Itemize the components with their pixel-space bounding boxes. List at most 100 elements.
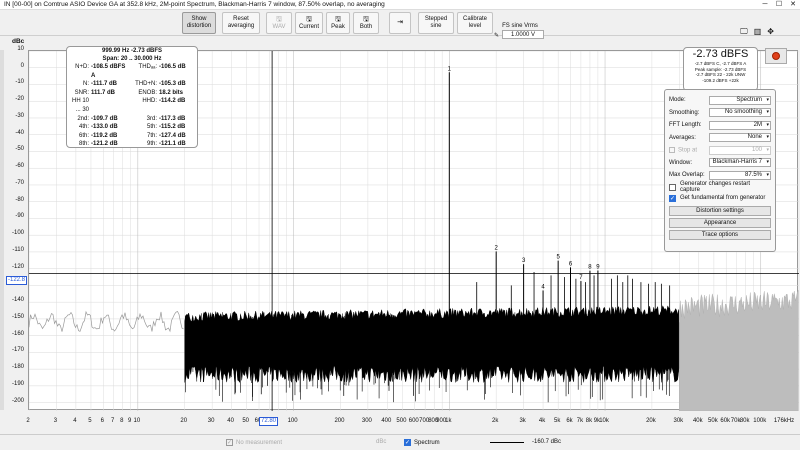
stats-cell: 9th: <box>146 141 157 148</box>
x-tick-label: 200 <box>334 418 345 424</box>
x-tick-label: 40 <box>227 418 234 424</box>
y-tick-label: -20 <box>15 96 24 103</box>
x-tick-label: 7 <box>111 418 115 424</box>
no-measurement-checkbox[interactable]: ✓ No measurement <box>226 439 282 446</box>
x-tick-label: 600 <box>408 418 419 424</box>
y-tick-label: -160 <box>11 330 24 337</box>
check-icon: ✓ <box>404 439 411 446</box>
x-tick-label: 176kHz <box>773 418 795 424</box>
stats-cell: 5th: <box>146 124 157 131</box>
overlap-label: Max Overlap: <box>669 172 705 179</box>
stats-cell: -109.7 dB <box>91 115 118 122</box>
stats-cell: -121.2 dB <box>91 141 118 148</box>
fs-value-field[interactable]: 1.0000 V <box>502 30 545 39</box>
harmonic-label: 1 <box>448 66 452 72</box>
averages-select[interactable]: None <box>709 133 771 143</box>
stats-cell: HHD: <box>142 98 157 105</box>
stats-cell: -127.4 dB <box>159 132 186 139</box>
x-tick-label: 7k <box>576 418 584 424</box>
y-tick-label: -70 <box>15 179 24 186</box>
y-tick-label: -90 <box>15 213 24 220</box>
stats-cell: 3rd: <box>146 115 157 122</box>
harmonic-label: 2 <box>495 245 499 251</box>
save-peak-button[interactable]: 🖫 Peak <box>326 12 350 34</box>
import-button[interactable]: ⇥ <box>389 12 411 34</box>
x-tick-label: 300 <box>361 418 372 424</box>
window-title: IN [00-00] on Comtrue ASIO Device GA at … <box>4 1 385 8</box>
save-both-button[interactable]: 🖫 Both <box>353 12 379 34</box>
stats-cell: 7th: <box>146 132 157 139</box>
stats-row: SNR: 111.7 dB ENOB: 18.2 bits <box>67 89 197 98</box>
x-tick-label: 80k <box>739 418 750 424</box>
stop-at-checkbox[interactable]: Stop at <box>669 146 709 154</box>
harmonic-label: 9 <box>596 265 600 271</box>
stats-cell: ENOB: <box>138 89 157 96</box>
stats-cell: -108.5 dBFS A <box>91 64 126 79</box>
calibrate-level-button[interactable]: Calibrate level <box>457 12 493 34</box>
save-icon: 🖫 <box>335 15 341 23</box>
smoothing-select[interactable]: No smoothing <box>709 108 771 118</box>
window-select[interactable]: Blackman-Harris 7 <box>709 158 771 168</box>
x-cursor-readout[interactable]: 72.80 <box>259 417 279 426</box>
y-tick-label: -40 <box>15 129 24 136</box>
y-tick-label: -80 <box>15 196 24 203</box>
reset-averaging-button[interactable]: Reset averaging <box>222 12 260 34</box>
spectrum-checkbox[interactable]: ✓ Spectrum <box>404 439 440 446</box>
mode-select[interactable]: Spectrum <box>709 95 771 105</box>
harmonic-label: 6 <box>569 261 573 267</box>
distortion-stats-panel: 999.99 Hz -2.73 dBFS Span: 20 .. 30.000 … <box>66 46 198 148</box>
y-tick-label: -200 <box>11 397 24 404</box>
save-icon: 🖫 <box>306 15 312 23</box>
x-tick-label: 40k <box>692 418 703 424</box>
y-tick-label: 0 <box>20 62 24 69</box>
level-detail: -2.7 dBFS C, -2.7 dBFS A <box>694 61 747 66</box>
window-label: Window: <box>669 159 693 166</box>
layout-icon[interactable]: ▥ <box>754 27 762 37</box>
x-tick-label: 10k <box>599 418 609 424</box>
overlap-select[interactable]: 87.5% <box>709 170 771 180</box>
x-tick-label: 400 <box>381 418 392 424</box>
stats-cell: HH 10 ... 30 <box>71 98 89 113</box>
fft-length-select[interactable]: 2M <box>709 120 771 130</box>
close-button[interactable]: ✕ <box>786 0 800 10</box>
trace-options-button[interactable]: Trace options <box>669 229 771 240</box>
save-current-button[interactable]: 🖫 Current <box>295 12 323 34</box>
stats-row: HH 10 ... 30 HHD: -114.2 dB <box>67 97 197 114</box>
x-tick-label: 5k <box>553 418 561 424</box>
harmonic-label: 7 <box>579 275 583 281</box>
high-frequency-trace <box>679 290 799 411</box>
save-icon: 🖫 <box>363 15 369 23</box>
get-fundamental-checkbox[interactable]: ✓ Get fundamental from generator <box>669 193 771 204</box>
generator-restart-checkbox[interactable]: Generator changes restart capture <box>669 181 771 193</box>
record-button[interactable] <box>765 48 787 64</box>
x-tick-label: 20 <box>180 418 188 424</box>
stats-row: 8th: -121.2 dB 9th: -121.1 dB <box>67 140 197 149</box>
harmonic-label: 3 <box>522 258 526 264</box>
x-tick-label: 30 <box>207 418 215 424</box>
edit-icon[interactable]: ✎ <box>494 32 499 39</box>
stats-cell: 6th: <box>78 132 89 139</box>
x-tick-label: 5 <box>88 418 92 424</box>
check-icon: ✓ <box>669 194 676 202</box>
stop-at-select[interactable]: 100 <box>709 145 771 155</box>
harmonic-label: 5 <box>556 255 560 261</box>
distortion-settings-button[interactable]: Distortion settings <box>669 205 771 216</box>
appearance-button[interactable]: Appearance <box>669 217 771 228</box>
move-icon[interactable]: ✥ <box>767 27 774 37</box>
stats-cell: -119.2 dB <box>91 132 118 139</box>
level-value: -2.73 dBFS <box>692 48 749 60</box>
monitor-icon[interactable]: 🖵 <box>740 27 748 37</box>
y-tick-label: -170 <box>11 347 24 354</box>
maximize-button[interactable]: ☐ <box>772 0 786 10</box>
legend-unit: dBc <box>376 439 387 445</box>
y-tick-label: -30 <box>15 112 24 119</box>
minimize-button[interactable]: ─ <box>758 0 772 10</box>
stats-row: 4th: -133.0 dB 5th: -115.2 dB <box>67 123 197 132</box>
wav-button[interactable]: 🖫 WAV <box>266 12 292 34</box>
show-distortion-button[interactable]: Show distortion <box>182 12 216 34</box>
y-tick-label: -50 <box>15 146 24 153</box>
x-tick-label: 6k <box>566 418 573 424</box>
y-cursor-readout[interactable]: -122.8 <box>6 276 28 285</box>
stepped-sine-button[interactable]: Stepped sine <box>418 12 454 34</box>
stats-cell: -111.7 dB <box>91 81 118 88</box>
